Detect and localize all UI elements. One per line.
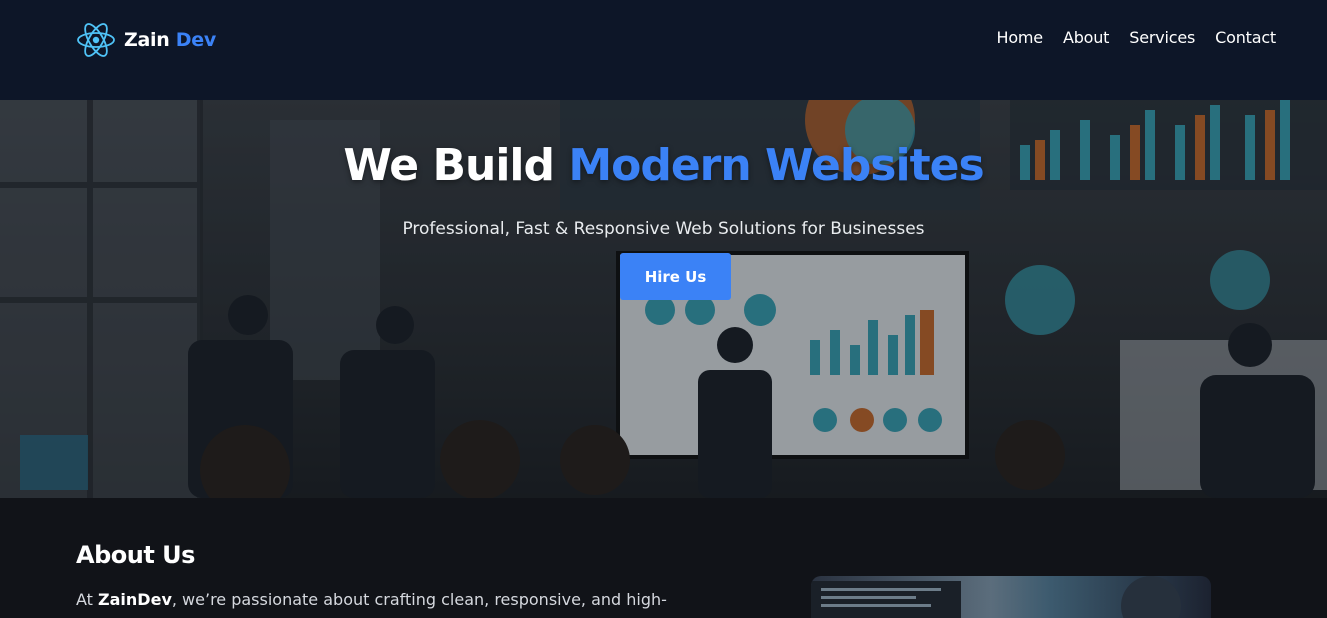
nav-services[interactable]: Services [1129,28,1195,47]
nav-about[interactable]: About [1063,28,1110,47]
nav-contact[interactable]: Contact [1215,28,1276,47]
hire-us-button[interactable]: Hire Us [620,253,731,300]
main-nav: Home About Services Contact [977,28,1277,47]
about-title: About Us [76,541,195,569]
about-image [811,576,1211,618]
about-text: At ZainDev, we’re passionate about craft… [76,588,696,612]
logo[interactable]: Zain Dev [76,20,216,60]
brand-name: Zain Dev [124,29,216,51]
about-image-art [811,576,1181,618]
about-text-prefix: At [76,590,99,609]
hero-section: We Build Modern Websites Professional, F… [0,100,1327,498]
hero-title-part2: Modern Websites [568,140,984,191]
brand-name-part2: Dev [175,29,216,51]
about-text-brand: ZainDev [98,590,172,609]
site-header: Zain Dev Home About Services Contact [0,0,1327,100]
hero-title-part1: We Build [343,140,555,191]
about-text-rest: , we’re passionate about crafting clean,… [171,590,667,609]
nav-home[interactable]: Home [997,28,1044,47]
hero-subtitle: Professional, Fast & Responsive Web Solu… [402,219,925,239]
brand-name-part1: Zain [124,29,170,51]
hero-title: We Build Modern Websites [0,140,1327,191]
react-atom-icon [77,23,115,57]
